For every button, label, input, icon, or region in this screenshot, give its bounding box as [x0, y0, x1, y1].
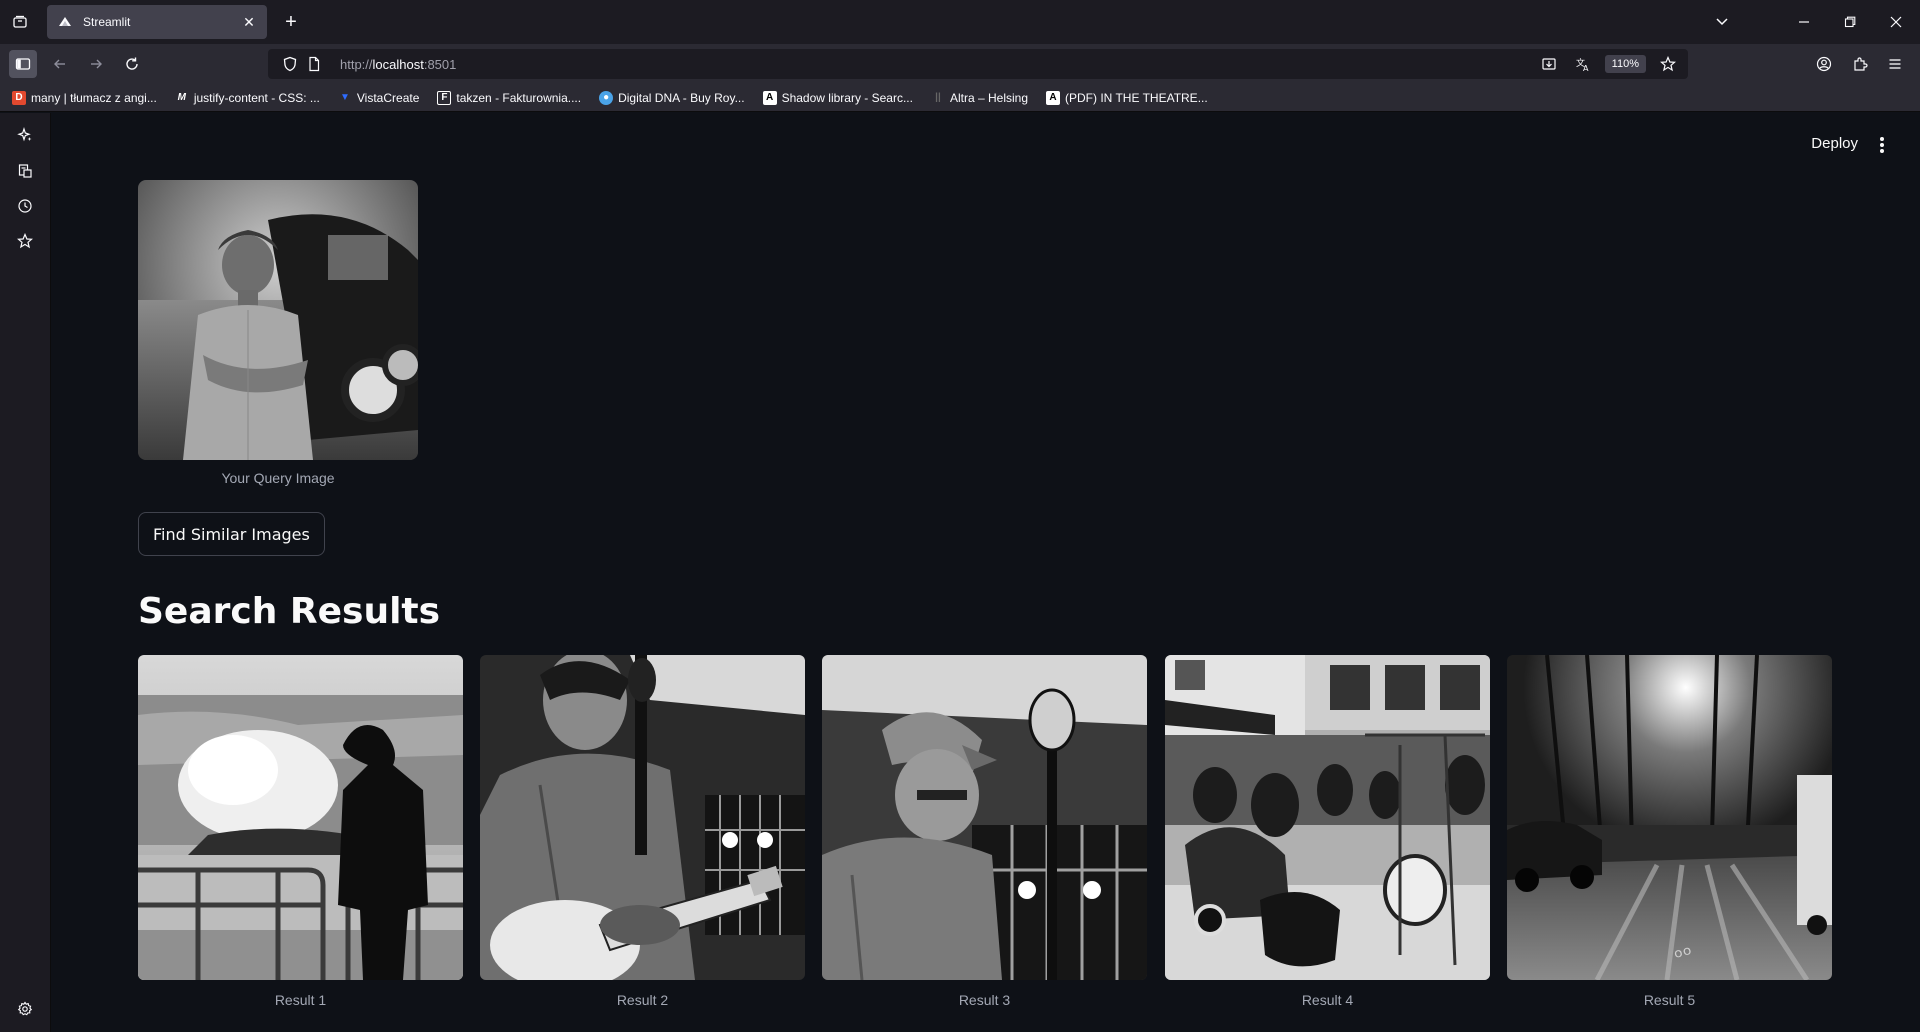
bookmarks-bar: Dmany | tłumacz z angi... Mjustify-conte… [0, 84, 1920, 112]
zoom-level-badge[interactable]: 110% [1604, 55, 1646, 73]
extensions-icon[interactable] [1846, 50, 1874, 78]
bookmark-item[interactable]: || Altra – Helsing [931, 91, 1028, 105]
result-caption: Result 3 [958, 992, 1011, 1008]
settings-gear-icon[interactable] [13, 997, 37, 1021]
url-host: localhost [372, 56, 424, 72]
save-to-pocket-icon[interactable] [1537, 52, 1561, 76]
result-card: Result 1 [138, 655, 463, 1008]
result-caption: Result 5 [1643, 992, 1696, 1008]
minimize-icon[interactable] [1790, 8, 1818, 36]
tab-title: Streamlit [83, 15, 131, 29]
bookmark-label: Altra – Helsing [949, 90, 1029, 105]
close-window-icon[interactable] [1882, 8, 1910, 36]
browser-window: Streamlit ✕ + http://localhost:8501 文 A … [0, 0, 1920, 1032]
result-image [1165, 655, 1490, 980]
bookmark-label: justify-content - CSS: ... [193, 90, 320, 105]
tab-streamlit[interactable]: Streamlit ✕ [47, 5, 267, 39]
star-bookmark-icon[interactable] [1656, 52, 1680, 76]
synced-tabs-icon[interactable] [13, 159, 37, 183]
svg-text:A: A [1583, 64, 1589, 72]
bookmarks-star-icon[interactable] [13, 229, 37, 253]
query-image-caption: Your Query Image [221, 470, 335, 486]
streamlit-app: Deploy Your Query Image Find Similar Ima… [52, 113, 1920, 1032]
url-actions: 文A 110% [1537, 52, 1680, 76]
result-card: Result 3 [822, 655, 1147, 1008]
digitaldna-icon: ● [599, 90, 614, 105]
bookmark-label: takzen - Fakturownia.... [456, 90, 582, 105]
dictionary-icon: D [12, 90, 26, 105]
find-similar-images-button[interactable]: Find Similar Images [138, 512, 325, 556]
kebab-menu-icon[interactable] [1872, 133, 1892, 157]
tab-strip: Streamlit ✕ + [0, 0, 1920, 44]
restore-icon[interactable] [1836, 8, 1864, 36]
result-image: ᵒᵒ [1507, 655, 1832, 980]
close-tab-icon[interactable]: ✕ [241, 14, 257, 31]
result-caption: Result 1 [274, 992, 327, 1008]
result-card: Result 4 [1165, 655, 1490, 1008]
ai-sparkle-icon[interactable] [13, 123, 37, 147]
back-icon[interactable] [46, 50, 74, 78]
result-caption: Result 2 [616, 992, 669, 1008]
result-card: ᵒᵒ Result 5 [1507, 655, 1832, 1008]
bookmark-item[interactable]: Mjustify-content - CSS: ... [175, 91, 320, 105]
bookmark-label: Shadow library - Searc... [781, 90, 913, 105]
bookmark-item[interactable]: Dmany | tłumacz z angi... [12, 90, 157, 105]
bookmark-label: Digital DNA - Buy Roy... [618, 90, 745, 105]
chevron-down-icon[interactable] [1708, 8, 1736, 36]
browser-sidebar [0, 113, 51, 1032]
menu-icon[interactable] [1881, 50, 1909, 78]
bookmark-item[interactable]: Ftakzen - Fakturownia.... [437, 90, 582, 105]
new-tab-icon[interactable]: + [279, 10, 303, 34]
streamlit-icon [57, 14, 73, 30]
url-protocol: http:// [340, 56, 373, 72]
result-image [822, 655, 1147, 980]
result-image [480, 655, 805, 980]
bookmark-item[interactable]: A Shadow library - Searc... [762, 90, 913, 105]
url-text[interactable]: http://localhost:8501 [340, 57, 456, 72]
bookmark-item[interactable]: ● Digital DNA - Buy Roy... [599, 90, 745, 105]
tab-list-icon[interactable] [8, 10, 32, 34]
academia-icon: A [1046, 90, 1061, 105]
page-icon[interactable] [302, 52, 326, 76]
result-card: Result 2 [480, 655, 805, 1008]
fakturownia-icon: F [437, 90, 452, 105]
result-image [138, 655, 463, 980]
query-image [138, 180, 418, 460]
deploy-button[interactable]: Deploy [1811, 135, 1858, 152]
forward-icon[interactable] [82, 50, 110, 78]
navigation-bar: http://localhost:8501 文A 110% [0, 44, 1920, 84]
sidebar-toggle-icon[interactable] [9, 50, 37, 78]
shield-icon[interactable] [278, 52, 302, 76]
vistacreate-icon: ▼ [339, 92, 350, 103]
translate-icon[interactable]: 文A [1571, 52, 1595, 76]
mdn-icon: M [177, 92, 187, 103]
url-port: :8501 [423, 56, 457, 72]
result-caption: Result 4 [1301, 992, 1354, 1008]
bookmark-label: (PDF) IN THE THEATRE... [1065, 90, 1208, 105]
bookmark-label: VistaCreate [356, 90, 420, 105]
account-icon[interactable] [1810, 50, 1838, 78]
bookmark-item[interactable]: ▼ VistaCreate [338, 91, 419, 105]
search-results-heading: Search Results [138, 591, 441, 632]
url-bar[interactable]: http://localhost:8501 文A 110% [268, 49, 1688, 79]
reload-icon[interactable] [118, 50, 146, 78]
bookmark-item[interactable]: A (PDF) IN THE THEATRE... [1046, 90, 1208, 105]
history-icon[interactable] [13, 194, 37, 218]
altra-icon: || [935, 92, 941, 103]
annas-archive-icon: A [762, 90, 777, 105]
bookmark-label: many | tłumacz z angi... [31, 90, 157, 105]
